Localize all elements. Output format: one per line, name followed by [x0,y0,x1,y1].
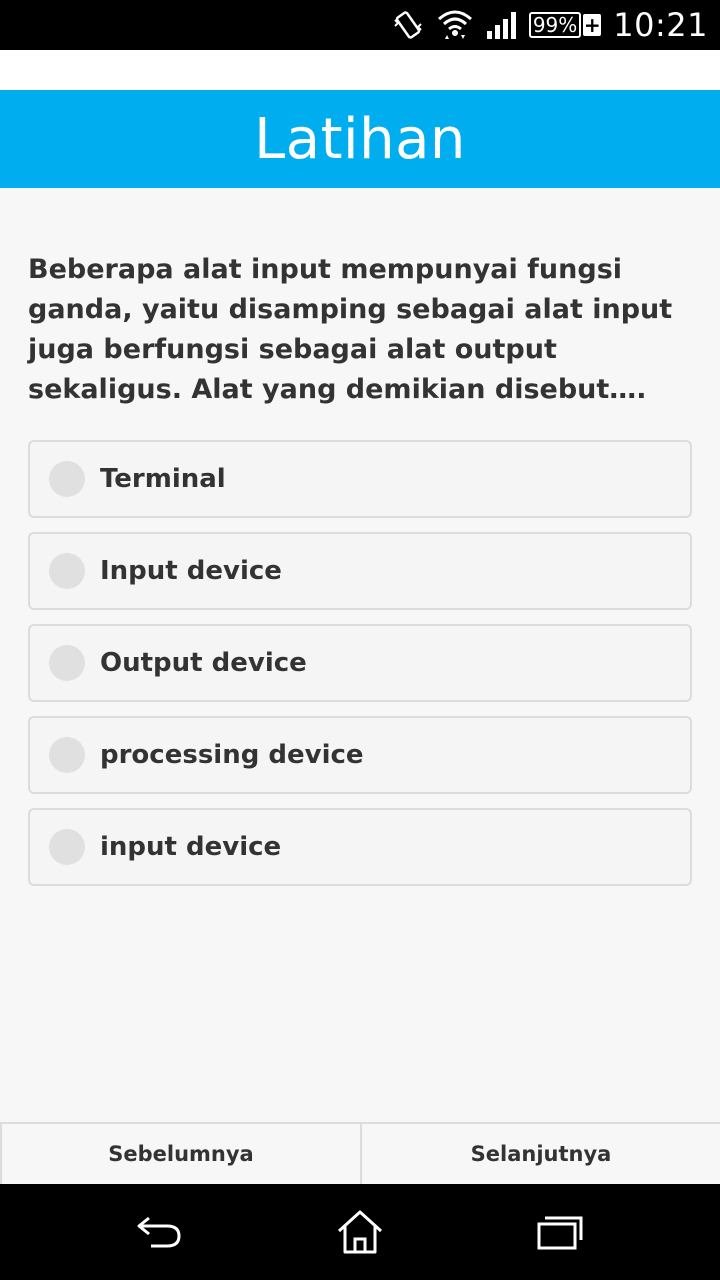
battery-icon: 99% + [528,12,602,38]
page-title: Latihan [254,106,466,172]
answer-option[interactable]: Output device [28,624,692,702]
radio-button[interactable] [49,461,85,497]
answer-label: processing device [100,740,364,770]
answer-label: input device [100,832,282,862]
home-icon[interactable] [330,1204,390,1260]
status-bar: 99% + 10:21 [0,0,720,50]
signal-icon [485,11,517,39]
answer-label: Output device [100,648,307,678]
answer-option[interactable]: input device [28,808,692,886]
next-button[interactable]: Selanjutnya [360,1124,720,1184]
app-header: Latihan [0,90,720,188]
question-text: Beberapa alat input mempunyai fungsi gan… [28,254,673,405]
system-nav-bar [0,1184,720,1280]
top-spacer [0,50,720,90]
previous-button[interactable]: Sebelumnya [0,1124,360,1184]
recents-icon[interactable] [530,1204,590,1260]
answer-option[interactable]: Input device [28,532,692,610]
wifi-icon [437,9,473,41]
charging-indicator: + [583,13,602,37]
answer-option[interactable]: processing device [28,716,692,794]
quiz-navigation: Sebelumnya Selanjutnya [0,1122,720,1184]
answer-label: Terminal [100,464,226,494]
battery-level: 99% [528,12,582,38]
radio-button[interactable] [49,829,85,865]
quiz-content: Beberapa alat input mempunyai fungsi gan… [28,250,692,900]
radio-button[interactable] [49,737,85,773]
clock: 10:21 [613,6,708,44]
answer-option[interactable]: Terminal [28,440,692,518]
status-icons: 99% + 10:21 [391,0,708,50]
radio-button[interactable] [49,553,85,589]
vibrate-icon [391,8,425,42]
back-icon[interactable] [130,1204,190,1260]
answer-label: Input device [100,556,282,586]
radio-button[interactable] [49,645,85,681]
